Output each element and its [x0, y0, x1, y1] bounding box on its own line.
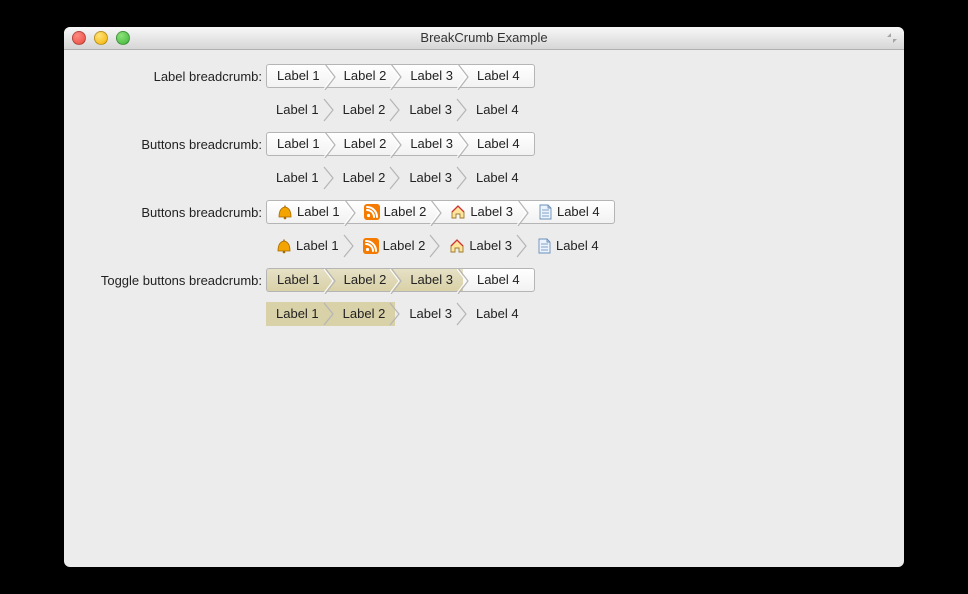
breadcrumb-item-label: Label 1	[296, 234, 339, 258]
rss-icon	[363, 238, 379, 254]
breadcrumb-item[interactable]: Label 4	[462, 166, 529, 190]
bell-icon	[276, 238, 292, 254]
breadcrumb-item[interactable]: Label 4	[463, 268, 535, 292]
breadcrumb-item-label: Label 3	[469, 234, 512, 258]
breadcrumb-item-label: Label 1	[277, 268, 320, 292]
breadcrumb-item[interactable]: Label 1	[266, 268, 330, 292]
breadcrumb-item-label: Label 4	[477, 64, 520, 88]
breadcrumb-item-label: Label 4	[476, 98, 519, 122]
breadcrumb-item-label: Label 4	[557, 200, 600, 224]
breadcrumb-item-label: Label 2	[343, 166, 386, 190]
breadcrumb: Label 1 Label 2 Label 3 Label 4	[266, 302, 529, 326]
breadcrumb-item-label: Label 4	[476, 166, 519, 190]
breadcrumb-item[interactable]: Label 3	[396, 268, 463, 292]
window-controls	[72, 31, 130, 45]
breadcrumb: Label 1 Label 2 Label 3 Label 4	[266, 234, 609, 258]
breadcrumb-item[interactable]: Label 4	[522, 234, 609, 258]
home-icon	[449, 238, 465, 254]
breadcrumb-item-label: Label 4	[476, 302, 519, 326]
breadcrumb-item-label: Label 3	[470, 200, 513, 224]
home-icon	[450, 204, 466, 220]
breadcrumb-item[interactable]: Label 2	[330, 132, 397, 156]
breadcrumb-item[interactable]: Label 3	[396, 132, 463, 156]
breadcrumb-item[interactable]: Label 3	[395, 166, 462, 190]
content-area: Label breadcrumb:Label 1Label 2Label 3La…	[64, 50, 904, 352]
breadcrumb-item-label: Label 1	[277, 64, 320, 88]
breadcrumb-item[interactable]: Label 4	[462, 302, 529, 326]
breadcrumb-item[interactable]: Label 2	[329, 166, 396, 190]
breadcrumb-item[interactable]: Label 1	[266, 64, 330, 88]
row-label: Buttons breadcrumb:	[80, 137, 266, 152]
breadcrumb-item[interactable]: Label 1	[266, 98, 329, 122]
breadcrumb-item-label: Label 4	[556, 234, 599, 258]
breadcrumb-item-label: Label 3	[410, 132, 453, 156]
breadcrumb-item[interactable]: Label 3	[396, 64, 463, 88]
breadcrumb-item-label: Label 2	[343, 98, 386, 122]
bell-icon	[277, 204, 293, 220]
breadcrumb: Label 1 Label 2 Label 3 Label 4	[266, 132, 535, 156]
breadcrumb-item-label: Label 3	[410, 64, 453, 88]
close-icon[interactable]	[72, 31, 86, 45]
breadcrumb: Label 1 Label 2 Label 3 Label 4	[266, 64, 535, 88]
breadcrumb-item[interactable]: Label 3	[395, 302, 462, 326]
breadcrumb-item[interactable]: Label 2	[329, 302, 396, 326]
breadcrumb-item-label: Label 2	[344, 132, 387, 156]
rss-icon	[364, 204, 380, 220]
breadcrumb-item-label: Label 2	[344, 64, 387, 88]
breadcrumb-item[interactable]: Label 3	[395, 98, 462, 122]
breadcrumb-item[interactable]: Label 1	[266, 132, 330, 156]
row-label: Label breadcrumb:	[80, 69, 266, 84]
breadcrumb-item-label: Label 1	[276, 302, 319, 326]
zoom-icon[interactable]	[116, 31, 130, 45]
breadcrumb-item[interactable]: Label 1	[266, 234, 349, 258]
breadcrumb-item-label: Label 2	[384, 200, 427, 224]
fullscreen-icon[interactable]	[886, 32, 898, 44]
breadcrumb-item-label: Label 3	[409, 302, 452, 326]
page-icon	[537, 204, 553, 220]
breadcrumb-item[interactable]: Label 4	[462, 98, 529, 122]
breadcrumb-item[interactable]: Label 1	[266, 166, 329, 190]
breadcrumb-item-label: Label 1	[276, 166, 319, 190]
breadcrumb-item[interactable]: Label 2	[350, 200, 437, 224]
window-title: BreakCrumb Example	[420, 30, 547, 45]
row-label: Toggle buttons breadcrumb:	[80, 273, 266, 288]
breadcrumb-item-label: Label 2	[343, 302, 386, 326]
breadcrumb-item[interactable]: Label 4	[523, 200, 615, 224]
breadcrumb-item[interactable]: Label 3	[435, 234, 522, 258]
breadcrumb-item-label: Label 1	[276, 98, 319, 122]
breadcrumb: Label 1 Label 2 Label 3 Label 4	[266, 166, 529, 190]
breadcrumb-item-label: Label 4	[477, 132, 520, 156]
breadcrumb-item-label: Label 1	[297, 200, 340, 224]
breadcrumb-item[interactable]: Label 2	[330, 64, 397, 88]
breadcrumb-item-label: Label 4	[477, 268, 520, 292]
breadcrumb-item[interactable]: Label 1	[266, 200, 350, 224]
breadcrumb: Label 1 Label 2 Label 3 Label 4	[266, 98, 529, 122]
breadcrumb-item[interactable]: Label 2	[329, 98, 396, 122]
breadcrumb: Label 1 Label 2 Label 3 Label 4	[266, 268, 535, 292]
breadcrumb-item[interactable]: Label 4	[463, 64, 535, 88]
breadcrumb-item[interactable]: Label 4	[463, 132, 535, 156]
minimize-icon[interactable]	[94, 31, 108, 45]
row-label: Buttons breadcrumb:	[80, 205, 266, 220]
breadcrumb-item[interactable]: Label 2	[330, 268, 397, 292]
breadcrumb-item[interactable]: Label 1	[266, 302, 329, 326]
titlebar: BreakCrumb Example	[64, 27, 904, 50]
breadcrumb-item-label: Label 3	[409, 98, 452, 122]
breadcrumb-item-label: Label 3	[410, 268, 453, 292]
breadcrumb-item-label: Label 2	[344, 268, 387, 292]
breadcrumb-item-label: Label 1	[277, 132, 320, 156]
breadcrumb-item[interactable]: Label 3	[436, 200, 523, 224]
breadcrumb-item-label: Label 3	[409, 166, 452, 190]
breadcrumb-item-label: Label 2	[383, 234, 426, 258]
breadcrumb: Label 1 Label 2 Label 3 Label 4	[266, 200, 615, 224]
breadcrumb-item[interactable]: Label 2	[349, 234, 436, 258]
app-window: BreakCrumb Example Label breadcrumb:Labe…	[64, 27, 904, 567]
page-icon	[536, 238, 552, 254]
